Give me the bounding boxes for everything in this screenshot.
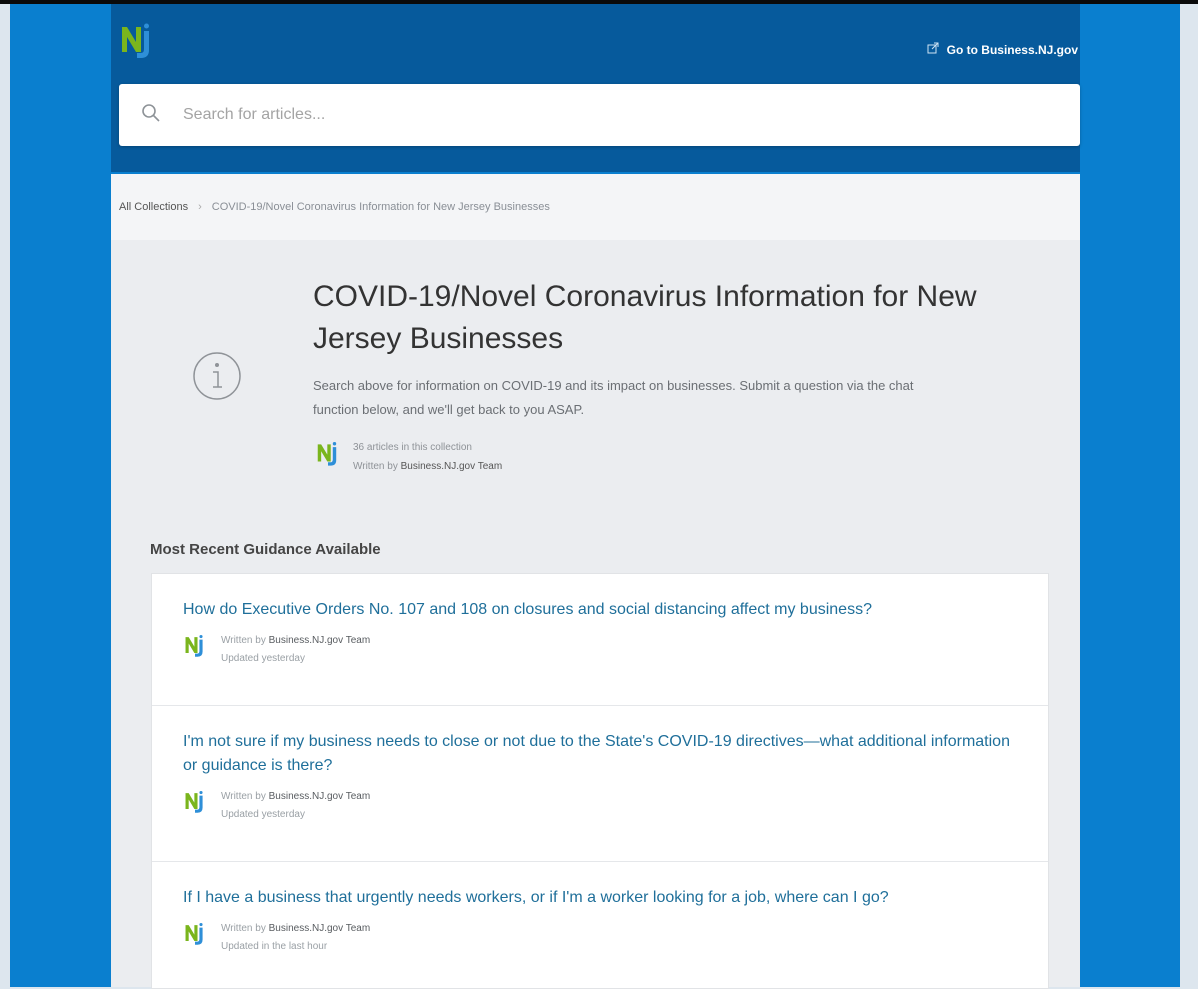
article-author-line: Written by Business.NJ.gov Team bbox=[221, 920, 370, 938]
go-to-business-link[interactable]: Go to Business.NJ.gov bbox=[927, 42, 1078, 57]
go-to-business-label: Go to Business.NJ.gov bbox=[946, 42, 1078, 57]
article-author: Business.NJ.gov Team bbox=[268, 791, 371, 802]
collection-author-line: Written by Business.NJ.gov Team bbox=[353, 457, 502, 476]
article-title[interactable]: If I have a business that urgently needs… bbox=[183, 886, 1018, 910]
author-avatar-icon bbox=[183, 922, 207, 946]
written-by-label: Written by bbox=[221, 791, 266, 802]
article-meta: Written by Business.NJ.gov Team Updated … bbox=[183, 632, 1018, 668]
breadcrumb: All Collections › COVID-19/Novel Coronav… bbox=[111, 174, 1080, 240]
article-count: 36 articles in this collection bbox=[353, 442, 472, 453]
section-title: Most Recent Guidance Available bbox=[150, 541, 381, 558]
article-author: Business.NJ.gov Team bbox=[268, 635, 371, 646]
collection-content: All Collections › COVID-19/Novel Coronav… bbox=[111, 174, 1080, 989]
collection-title: COVID-19/Novel Coronavirus Information f… bbox=[313, 280, 977, 355]
search-bar[interactable] bbox=[119, 84, 1080, 146]
article-updated: Updated yesterday bbox=[221, 653, 305, 664]
article-item[interactable]: How do Executive Orders No. 107 and 108 … bbox=[152, 574, 1048, 706]
collection-author: Business.NJ.gov Team bbox=[400, 461, 503, 472]
article-updated: Updated in the last hour bbox=[221, 941, 328, 952]
breadcrumb-current[interactable]: COVID-19/Novel Coronavirus Information f… bbox=[212, 201, 550, 213]
external-link-icon bbox=[927, 42, 939, 57]
article-updated: Updated yesterday bbox=[221, 809, 305, 820]
collection-description: Search above for information on COVID-19… bbox=[313, 378, 914, 417]
article-item[interactable]: If I have a business that urgently needs… bbox=[152, 862, 1048, 988]
written-by-label: Written by bbox=[221, 923, 266, 934]
nj-logo-icon[interactable] bbox=[119, 22, 155, 60]
article-author-line: Written by Business.NJ.gov Team bbox=[221, 632, 370, 650]
article-title[interactable]: How do Executive Orders No. 107 and 108 … bbox=[183, 598, 1018, 622]
search-icon bbox=[119, 103, 161, 128]
info-icon bbox=[192, 351, 242, 406]
author-avatar-icon bbox=[315, 441, 341, 467]
search-input[interactable] bbox=[181, 105, 885, 125]
breadcrumb-all-collections[interactable]: All Collections bbox=[119, 201, 188, 213]
written-by-label: Written by bbox=[353, 461, 398, 472]
collection-meta: 36 articles in this collection Written b… bbox=[315, 438, 502, 476]
article-item[interactable]: I'm not sure if my business needs to clo… bbox=[152, 706, 1048, 862]
article-title[interactable]: I'm not sure if my business needs to clo… bbox=[183, 730, 1018, 778]
author-avatar-icon bbox=[183, 634, 207, 658]
chevron-right-icon: › bbox=[198, 201, 202, 213]
article-author-line: Written by Business.NJ.gov Team bbox=[221, 788, 370, 806]
article-author: Business.NJ.gov Team bbox=[268, 923, 371, 934]
article-meta: Written by Business.NJ.gov Team Updated … bbox=[183, 788, 1018, 824]
article-meta: Written by Business.NJ.gov Team Updated … bbox=[183, 920, 1018, 956]
site-header: Go to Business.NJ.gov bbox=[111, 4, 1080, 172]
article-list: How do Executive Orders No. 107 and 108 … bbox=[151, 573, 1049, 989]
author-avatar-icon bbox=[183, 790, 207, 814]
written-by-label: Written by bbox=[221, 635, 266, 646]
